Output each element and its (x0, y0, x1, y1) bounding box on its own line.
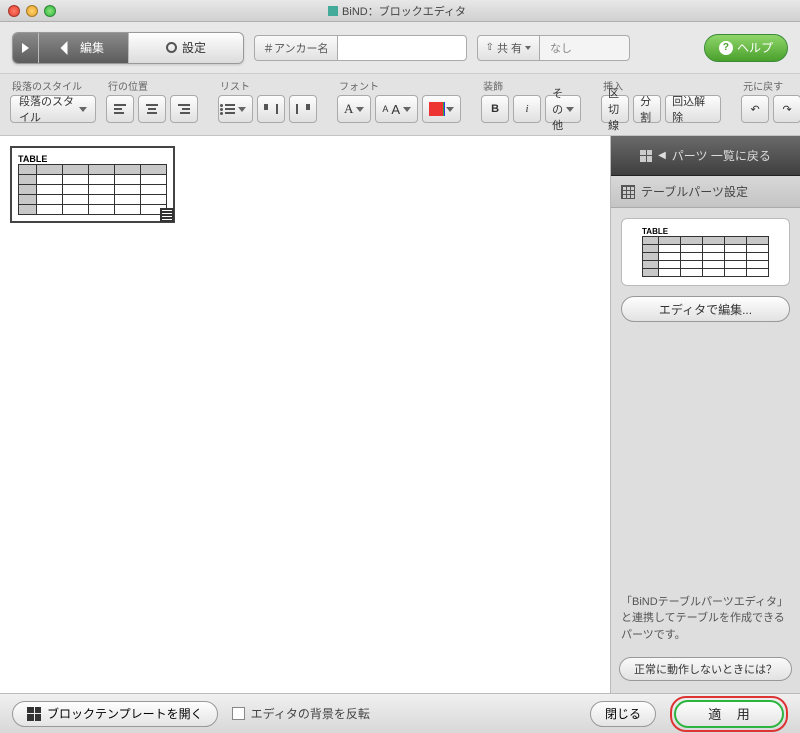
italic-button[interactable]: i (513, 95, 541, 123)
align-center-icon (146, 104, 158, 114)
app-icon (328, 6, 338, 16)
align-right-icon (178, 104, 190, 114)
color-swatch-icon (429, 102, 443, 116)
side-back-button[interactable]: ◀ パーツ 一覧に戻る (611, 136, 800, 176)
close-button[interactable]: 閉じる (590, 701, 656, 727)
main-area: TABLE ◀ パーツ 一覧に戻る テーブルパーツ設定 TABLE (0, 136, 800, 693)
decoration-group: 装飾 B i その他 (481, 78, 581, 129)
preview-card: TABLE (621, 218, 790, 286)
undo-group: 元に戻す ↶ ↷ (741, 78, 800, 129)
align-left-button[interactable] (106, 95, 134, 123)
side-heading: テーブルパーツ設定 (611, 176, 800, 208)
align-label: 行の位置 (106, 78, 198, 93)
titlebar: BiND：ブロックエディタ (0, 0, 800, 22)
other-deco-button[interactable]: その他 (545, 95, 581, 123)
decoration-label: 装飾 (481, 78, 581, 93)
align-left-icon (114, 104, 126, 114)
side-panel: ◀ パーツ 一覧に戻る テーブルパーツ設定 TABLE (610, 136, 800, 693)
paragraph-style-dropdown[interactable]: 段落のスタイル (10, 95, 96, 123)
align-group: 行の位置 (106, 78, 198, 129)
invert-bg-checkbox[interactable]: エディタの背景を反転 (232, 705, 370, 722)
bullet-list-button[interactable] (218, 95, 253, 123)
table-icon (621, 185, 635, 199)
preview-table-icon (642, 236, 769, 277)
play-icon (22, 43, 29, 53)
help-icon: ? (719, 41, 733, 55)
unwrap-button[interactable]: 回込解除 (665, 95, 721, 123)
font-group: フォント A AA (337, 78, 461, 129)
side-description: 「BiNDテーブルパーツエディタ」と連携してテーブルを作成できるパーツです。 (611, 586, 800, 652)
chevron-down-icon (79, 107, 87, 112)
apply-highlight: 適 用 (670, 696, 788, 732)
bold-button[interactable]: B (481, 95, 509, 123)
undo-icon: ↶ (750, 103, 759, 116)
bottom-bar: ブロックテンプレートを開く エディタの背景を反転 閉じる 適 用 (0, 693, 800, 733)
anchor-group: ＃アンカー名 (254, 35, 467, 61)
paragraph-style-group: 段落のスタイル 段落のスタイル (10, 78, 96, 129)
preview-label: TABLE (642, 227, 769, 236)
redo-button[interactable]: ↷ (773, 95, 800, 123)
pencil-icon (60, 39, 77, 56)
edit-tab[interactable]: 編集 (39, 33, 129, 63)
help-button[interactable]: ? ヘルプ (704, 34, 788, 62)
table-thumb-label: TABLE (18, 154, 167, 164)
chevron-down-icon (238, 107, 246, 112)
grid-icon (640, 150, 652, 162)
outdent-button[interactable] (257, 95, 285, 123)
font-color-button[interactable] (422, 95, 461, 123)
outdent-icon (264, 104, 278, 114)
open-template-button[interactable]: ブロックテンプレートを開く (12, 701, 218, 727)
align-right-button[interactable] (170, 95, 198, 123)
play-button[interactable] (13, 33, 39, 63)
window-controls (8, 5, 56, 17)
anchor-label: ＃アンカー名 (254, 35, 337, 61)
bullet-list-icon (225, 104, 235, 114)
list-group: リスト (218, 78, 317, 129)
troubleshoot-button[interactable]: 正常に動作しないときには？ (619, 657, 792, 681)
share-button[interactable]: ⇧共 有 (477, 35, 540, 61)
format-toolbar: 段落のスタイル 段落のスタイル 行の位置 リスト フォント A AA 装飾 (0, 74, 800, 136)
chevron-down-icon (403, 107, 411, 112)
share-group: ⇧共 有 なし (477, 35, 630, 61)
side-body: TABLE エディタで編集... (611, 208, 800, 332)
section-break-button[interactable]: 区切線 (601, 95, 629, 123)
mode-segmented: 編集 設定 (12, 32, 244, 64)
template-icon (27, 707, 41, 721)
indent-icon (296, 104, 310, 114)
resize-handle-icon[interactable] (160, 208, 174, 222)
redo-icon: ↷ (782, 103, 791, 116)
chevron-down-icon (356, 107, 364, 112)
checkbox-icon (232, 707, 245, 720)
table-thumb-icon (18, 164, 167, 215)
chevron-down-icon (446, 107, 454, 112)
undo-button[interactable]: ↶ (741, 95, 769, 123)
gear-icon (166, 42, 177, 53)
split-button[interactable]: 分 割 (633, 95, 661, 123)
insert-group: 挿入 区切線 分 割 回込解除 (601, 78, 721, 129)
zoom-window-icon[interactable] (44, 5, 56, 17)
share-icon: ⇧ (486, 42, 494, 53)
font-label: フォント (337, 78, 461, 93)
font-family-button[interactable]: A (337, 95, 371, 123)
settings-tab[interactable]: 設定 (129, 33, 243, 63)
anchor-input[interactable] (337, 35, 467, 61)
primary-toolbar: 編集 設定 ＃アンカー名 ⇧共 有 なし ? ヘルプ (0, 22, 800, 74)
canvas[interactable]: TABLE (0, 136, 610, 693)
apply-button[interactable]: 適 用 (674, 700, 784, 728)
chevron-down-icon (566, 107, 574, 112)
minimize-window-icon[interactable] (26, 5, 38, 17)
share-value: なし (540, 35, 630, 61)
list-label: リスト (218, 78, 317, 93)
close-window-icon[interactable] (8, 5, 20, 17)
align-center-button[interactable] (138, 95, 166, 123)
font-size-button[interactable]: AA (375, 95, 418, 123)
edit-in-editor-button[interactable]: エディタで編集... (621, 296, 790, 322)
window-title: BiND：ブロックエディタ (56, 3, 738, 19)
paragraph-style-label: 段落のスタイル (10, 78, 96, 93)
indent-button[interactable] (289, 95, 317, 123)
table-block[interactable]: TABLE (10, 146, 175, 223)
undo-label: 元に戻す (741, 78, 800, 93)
chevron-down-icon (525, 46, 531, 50)
